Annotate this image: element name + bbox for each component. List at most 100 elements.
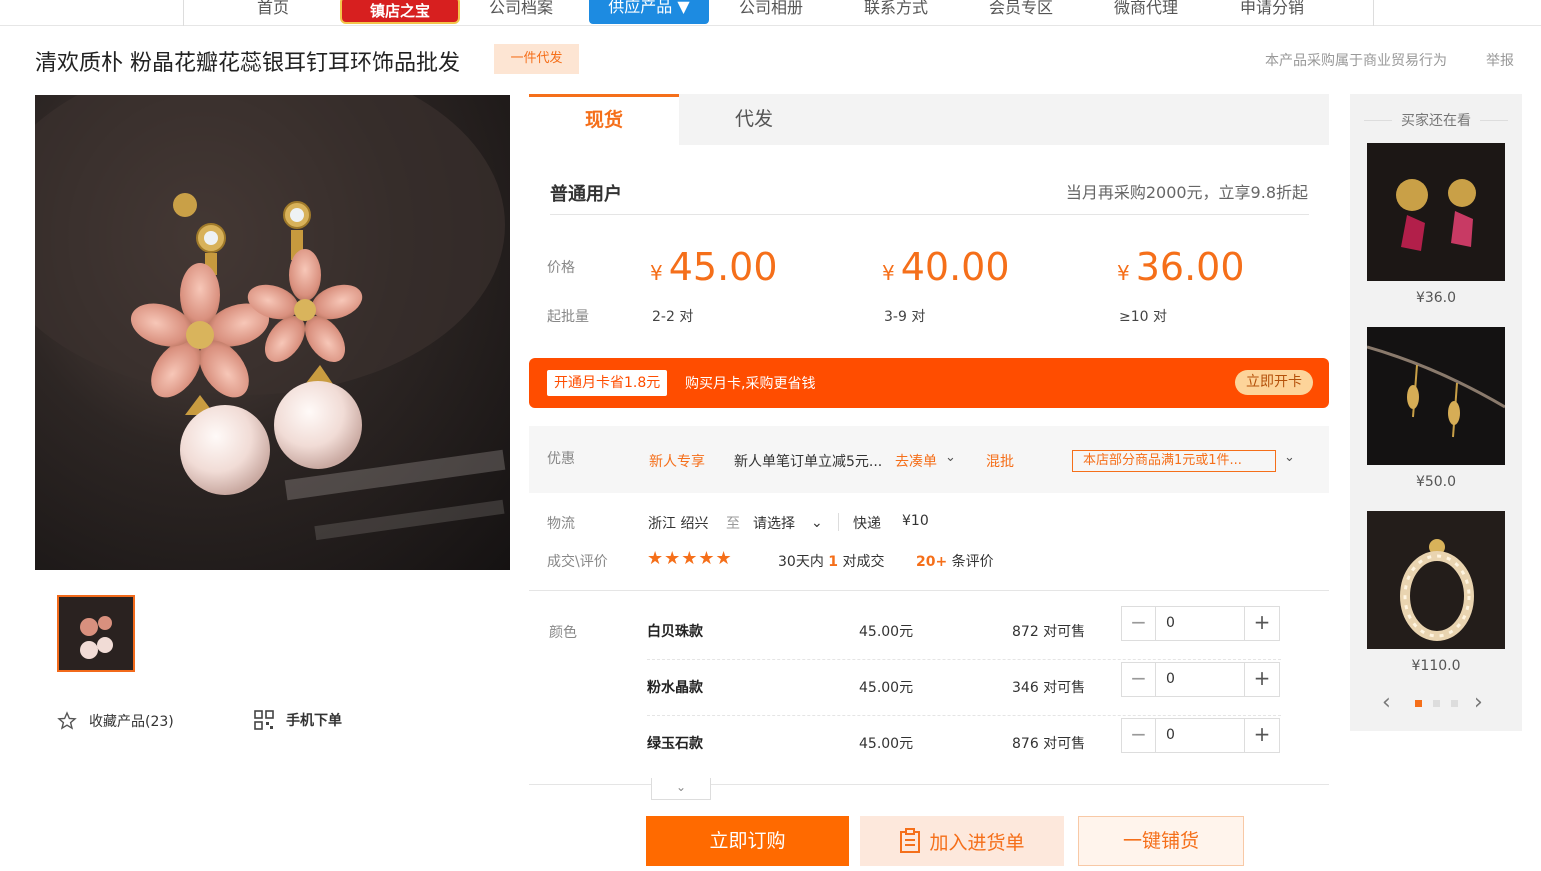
row-divider	[647, 715, 1281, 716]
recommended-price: ¥110.0	[1411, 658, 1461, 674]
thumbnail-image	[59, 597, 133, 670]
nav-home[interactable]: 首页	[257, 0, 289, 18]
deal-prefix: 30天内	[778, 554, 824, 570]
ship-from: 浙江 绍兴	[648, 516, 709, 532]
quantity-input[interactable]: 0	[1166, 719, 1175, 752]
thumbnail-1[interactable]	[57, 595, 135, 672]
mixed-batch-rule[interactable]: 本店部分商品满1元或1件...	[1072, 450, 1276, 472]
currency-symbol: ¥	[1117, 261, 1130, 285]
price-tier-1: ¥45.00	[650, 245, 778, 289]
earring-illustration	[35, 95, 506, 541]
variant-price: 45.00元	[859, 624, 914, 640]
discount-note: 当月再采购2000元，立享9.8折起	[1065, 183, 1308, 202]
recommended-price: ¥36.0	[1415, 290, 1457, 306]
minus-icon[interactable]: −	[1122, 607, 1156, 640]
review-count[interactable]: 20+ 条评价	[916, 551, 994, 571]
divider	[550, 214, 1309, 215]
recommended-item[interactable]: ¥50.0	[1367, 327, 1505, 490]
pager-dot[interactable]	[1415, 700, 1422, 707]
variant-stock: 872 对可售	[1012, 624, 1086, 640]
promotion-row: 优惠 新人专享 新人单笔订单立减5元... 去凑单 ⌄ 混批 本店部分商品满1元…	[529, 426, 1329, 493]
separator	[838, 513, 839, 531]
variant-price: 45.00元	[859, 680, 914, 696]
recommended-image	[1367, 511, 1505, 649]
variant-name: 绿玉石款	[647, 736, 703, 752]
price-tier-3: ¥36.00	[1117, 245, 1245, 289]
chevron-left-icon[interactable]: ‹	[1382, 690, 1391, 715]
nav-company-album[interactable]: 公司相册	[739, 0, 803, 18]
variant-name: 粉水晶款	[647, 680, 703, 696]
plus-icon[interactable]: +	[1244, 663, 1279, 696]
nav-featured-badge[interactable]: 镇店之宝	[340, 0, 460, 24]
add-to-cart-label: 加入进货单	[929, 831, 1025, 854]
mobile-order[interactable]: 手机下单	[254, 709, 342, 731]
main-product-image[interactable]	[35, 95, 510, 570]
variant-stock: 876 对可售	[1012, 736, 1086, 752]
one-click-stock-button[interactable]: 一键铺货	[1078, 816, 1244, 866]
deal-number: 1	[828, 554, 839, 570]
report-link[interactable]: 举报	[1486, 50, 1514, 70]
recommended-item[interactable]: ¥110.0	[1367, 511, 1505, 674]
destination-select[interactable]: 请选择 ⌄	[753, 513, 823, 533]
nav-container: 首页 镇店之宝 公司档案 供应产品 ▼ 公司相册 联系方式 会员专区 微商代理 …	[183, 0, 1374, 26]
quantity-input[interactable]: 0	[1166, 607, 1175, 640]
divider	[529, 590, 1329, 591]
chevron-down-icon[interactable]: ⌄	[945, 450, 956, 465]
variant-name: 白贝珠款	[647, 624, 703, 640]
newbie-offer: 新人单笔订单立减5元...	[734, 454, 883, 470]
nav-apply-distribution[interactable]: 申请分销	[1240, 0, 1304, 18]
deal-label: 成交\评价	[547, 554, 608, 570]
quantity-input[interactable]: 0	[1166, 663, 1175, 696]
mobile-order-label: 手机下单	[286, 713, 342, 729]
promo-label: 优惠	[547, 451, 575, 467]
quantity-stepper: − 0 +	[1121, 606, 1280, 641]
nav-member-zone[interactable]: 会员专区	[989, 0, 1053, 18]
deal-count: 30天内 1 对成交	[778, 551, 884, 571]
recommended-image	[1367, 327, 1505, 465]
moq-tier-1: 2-2 对	[652, 309, 694, 325]
plus-icon[interactable]: +	[1244, 719, 1279, 752]
favorite-label: 收藏产品(23)	[89, 714, 174, 730]
minus-icon[interactable]: −	[1122, 719, 1156, 752]
shipping-method: 快递	[853, 516, 881, 532]
monthly-card-banner: 开通月卡省1.8元 购买月卡,采购更省钱 立即开卡	[529, 358, 1329, 408]
nav-contact[interactable]: 联系方式	[864, 0, 928, 18]
top-navigation: 首页 镇店之宝 公司档案 供应产品 ▼ 公司相册 联系方式 会员专区 微商代理 …	[0, 0, 1541, 26]
quantity-stepper: − 0 +	[1121, 718, 1280, 753]
chevron-right-icon[interactable]: ›	[1474, 690, 1483, 715]
pager-dot[interactable]	[1433, 700, 1440, 707]
recommended-item[interactable]: ¥36.0	[1367, 143, 1505, 306]
review-number: 20+	[916, 554, 948, 570]
add-to-cart-button[interactable]: 加入进货单	[860, 816, 1064, 866]
pager-dot[interactable]	[1451, 700, 1458, 707]
variant-stock: 346 对可售	[1012, 680, 1086, 696]
favorite-product[interactable]: 收藏产品(23)	[57, 711, 174, 731]
user-type: 普通用户	[550, 184, 622, 205]
nav-supply-products[interactable]: 供应产品 ▼	[589, 0, 709, 24]
expand-variants-button[interactable]: ⌄	[651, 778, 711, 800]
open-card-button[interactable]: 立即开卡	[1235, 370, 1313, 395]
tab-dropship[interactable]: 代发	[679, 94, 829, 145]
mixed-batch-tag: 混批	[986, 454, 1014, 470]
minus-icon[interactable]: −	[1122, 663, 1156, 696]
price-value: 45.00	[668, 245, 778, 289]
plus-icon[interactable]: +	[1244, 607, 1279, 640]
star-outline-icon	[57, 711, 77, 730]
sidebar-pager: ‹ ›	[1350, 690, 1522, 715]
qrcode-icon	[254, 710, 274, 730]
tab-in-stock[interactable]: 现货	[529, 94, 679, 145]
chevron-down-icon[interactable]: ⌄	[1284, 450, 1295, 465]
color-label: 颜色	[549, 625, 577, 641]
moq-tier-3: ≥10 对	[1119, 309, 1167, 325]
currency-symbol: ¥	[882, 261, 895, 285]
moq-tier-2: 3-9 对	[884, 309, 926, 325]
rating-stars: ★★★★★	[647, 548, 733, 569]
nav-company-profile[interactable]: 公司档案	[489, 0, 553, 18]
coudan-link[interactable]: 去凑单	[895, 451, 937, 471]
stock-tabs: 现货 代发	[529, 94, 1329, 145]
moq-label: 起批量	[547, 309, 589, 325]
order-now-button[interactable]: 立即订购	[646, 816, 849, 866]
destination-value: 请选择	[753, 516, 795, 532]
monthly-card-tag: 开通月卡省1.8元	[547, 370, 668, 396]
nav-wechat-agent[interactable]: 微商代理	[1114, 0, 1178, 18]
